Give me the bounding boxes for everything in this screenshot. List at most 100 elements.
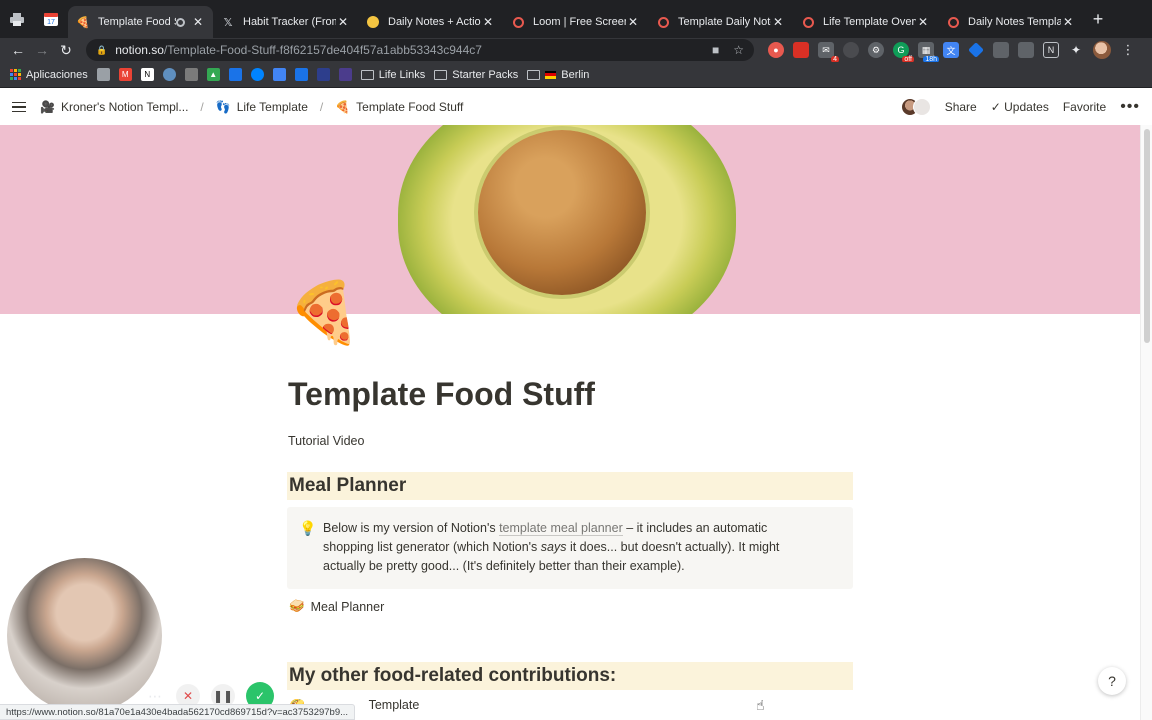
recording-indicator-icon <box>176 17 185 27</box>
notion-icon[interactable]: N <box>140 68 154 81</box>
page-title[interactable]: Template Food Stuff <box>288 376 595 413</box>
calendar-icon[interactable]: 17 <box>34 0 68 38</box>
translate-icon[interactable]: 文 <box>943 42 959 58</box>
heading-other-contributions[interactable]: My other food-related contributions: <box>287 662 853 690</box>
tab-title: Daily Notes + Action <box>388 16 481 28</box>
subpage-link-meal-planner[interactable]: 🥪 Meal Planner <box>289 599 384 614</box>
pizza-icon: 🍕 <box>76 16 90 29</box>
tab-title: Template Daily Note <box>678 16 771 28</box>
printer-icon[interactable] <box>0 0 34 38</box>
breadcrumb-label: Kroner's Notion Templ... <box>60 100 189 114</box>
bookmark-icon[interactable] <box>316 68 330 81</box>
share-button[interactable]: Share <box>945 100 977 114</box>
callout-text: Below is my version of Notion's <box>323 521 500 535</box>
tab-loom[interactable]: Loom | Free Screen ✕ <box>503 6 648 38</box>
mail-extension-icon[interactable]: ✉ 4 <box>818 42 839 63</box>
menu-kebab-icon[interactable]: ⋮ <box>1120 42 1136 58</box>
reload-button[interactable]: ↻ <box>54 38 78 62</box>
tab-title: Template Food S <box>98 16 176 28</box>
bookmark-star-icon[interactable]: ☆ <box>733 43 744 57</box>
extension-icon[interactable] <box>843 42 859 58</box>
bookmarks-bar: Aplicaciones M N ▲ Life Links Starter Pa… <box>0 62 1152 88</box>
close-icon[interactable]: ✕ <box>771 15 785 29</box>
image-extension-icon[interactable] <box>993 42 1009 58</box>
breadcrumb-item-current-page[interactable]: 🍕 Template Food Stuff <box>335 100 463 114</box>
template-meal-planner-link[interactable]: template meal planner <box>499 521 623 536</box>
close-icon[interactable]: ✕ <box>481 15 495 29</box>
loom-icon <box>511 15 525 29</box>
tab-habit-tracker[interactable]: 𝕏 Habit Tracker (From ✕ <box>213 6 358 38</box>
bookmark-starter-packs[interactable]: Starter Packs <box>434 69 518 81</box>
bookmark-icon[interactable] <box>228 68 242 81</box>
sidebar-toggle-icon[interactable] <box>12 101 26 113</box>
tab-template-daily-notes[interactable]: Template Daily Note ✕ <box>648 6 793 38</box>
lock-icon: 🔒 <box>96 44 108 55</box>
breadcrumb-label: Template Food Stuff <box>356 100 464 114</box>
bookmark-label: Life Links <box>378 68 426 81</box>
calendar-icon[interactable] <box>272 68 286 81</box>
folder-extension-icon[interactable] <box>1018 42 1034 58</box>
bookmark-icon[interactable] <box>96 68 110 81</box>
folder-icon <box>360 69 374 80</box>
bookmark-icon[interactable] <box>184 68 198 81</box>
grammarly-icon[interactable]: Goff <box>893 42 914 63</box>
check-icon: ✓ <box>990 100 1005 114</box>
close-icon[interactable]: ✕ <box>1061 15 1075 29</box>
profile-avatar[interactable] <box>1093 41 1111 59</box>
close-icon[interactable]: ✕ <box>336 15 350 29</box>
bookmark-icon[interactable] <box>338 68 352 81</box>
address-bar[interactable]: 🔒 notion.so/Template-Food-Stuff-f8f62157… <box>86 39 754 61</box>
settings-extension-icon[interactable]: ⚙ <box>868 42 884 58</box>
favorite-button[interactable]: Favorite <box>1063 100 1106 114</box>
diamond-extension-icon[interactable] <box>968 42 984 58</box>
notion-extension-icon[interactable]: N <box>1043 42 1059 58</box>
breadcrumb-item-workspace[interactable]: 🎥 Kroner's Notion Templ... <box>40 100 188 114</box>
bookmark-icon[interactable] <box>294 68 308 81</box>
help-button[interactable]: ? <box>1098 667 1126 695</box>
puzzle-icon[interactable]: ✦ <box>1068 42 1084 58</box>
gmail-icon[interactable]: M <box>118 68 132 81</box>
more-options-icon[interactable]: ••• <box>1120 98 1140 116</box>
loom-icon <box>656 15 670 29</box>
bookmark-icon[interactable] <box>162 68 176 81</box>
folder-icon <box>434 69 448 80</box>
bookmark-apps[interactable]: Aplicaciones <box>10 69 88 81</box>
svg-text:17: 17 <box>47 19 55 26</box>
updates-button[interactable]: ✓ Updates <box>991 100 1049 114</box>
close-icon[interactable]: ✕ <box>916 15 930 29</box>
new-tab-button[interactable]: + <box>1083 0 1113 38</box>
back-button[interactable]: ← <box>6 38 30 62</box>
callout-block[interactable]: 💡 Below is my version of Notion's templa… <box>287 507 853 589</box>
callout-emphasis: says <box>540 540 567 554</box>
drive-icon[interactable]: ▲ <box>206 68 220 81</box>
subpage-label: Meal Planner <box>310 599 385 614</box>
bulb-icon <box>366 15 380 29</box>
tab-title: Habit Tracker (From <box>243 16 336 28</box>
bookmark-life-links[interactable]: Life Links <box>360 68 426 81</box>
tutorial-video-block[interactable]: Tutorial Video <box>288 434 364 448</box>
bookmark-label: Aplicaciones <box>26 68 88 81</box>
tab-template-food-stuff[interactable]: 🍕 Template Food S ✕ <box>68 6 213 38</box>
scrollbar-thumb[interactable] <box>1144 129 1150 343</box>
page-icon[interactable]: 🍕 <box>287 283 362 343</box>
collaborator-avatars[interactable] <box>900 98 931 116</box>
camera-icon[interactable]: ■ <box>712 43 719 57</box>
close-icon[interactable]: ✕ <box>191 15 205 29</box>
timer-extension-icon[interactable]: ▦ 18h <box>918 42 939 63</box>
webcam-bubble[interactable] <box>7 558 162 713</box>
forward-button[interactable]: → <box>30 38 54 62</box>
bookmark-berlin[interactable]: Berlin <box>527 69 589 81</box>
page-scrollbar[interactable] <box>1140 125 1152 720</box>
bookmark-extension-icon[interactable] <box>793 42 809 58</box>
breadcrumb-item-life-template[interactable]: 👣 Life Template <box>216 100 308 114</box>
tab-daily-notes-template[interactable]: Daily Notes Templat ✕ <box>938 6 1083 38</box>
tab-daily-notes-action[interactable]: Daily Notes + Action ✕ <box>358 6 503 38</box>
loom-extension-icon[interactable]: ● <box>768 42 784 58</box>
messenger-icon[interactable] <box>250 68 264 81</box>
tab-title: Life Template Overvi <box>823 16 916 28</box>
heading-meal-planner[interactable]: Meal Planner <box>287 472 853 500</box>
camera-icon: 🎥 <box>40 100 55 114</box>
close-icon[interactable]: ✕ <box>626 15 640 29</box>
bookmark-label: Starter Packs <box>452 68 519 81</box>
tab-life-template-overview[interactable]: Life Template Overvi ✕ <box>793 6 938 38</box>
